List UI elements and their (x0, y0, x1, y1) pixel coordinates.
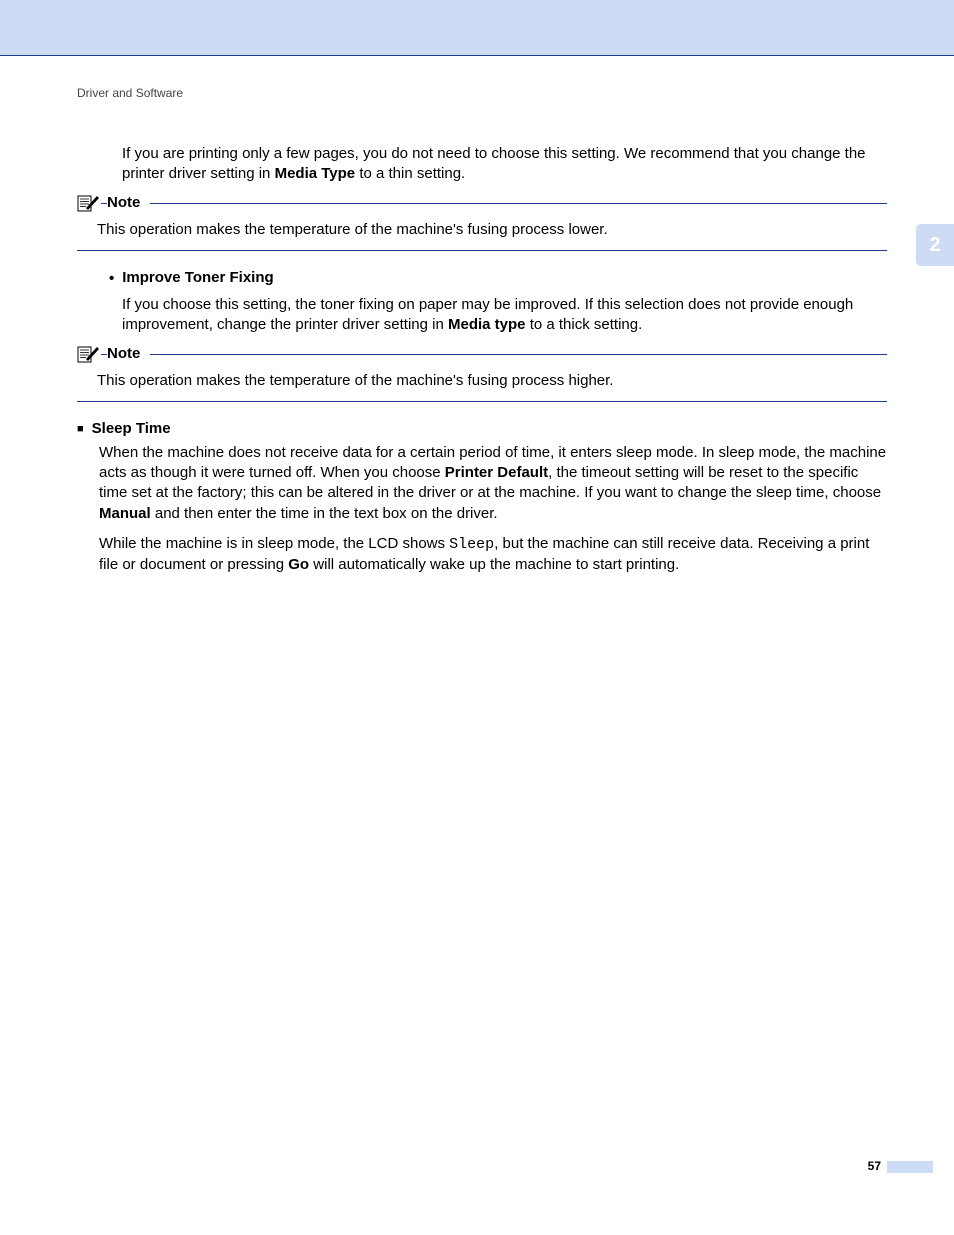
running-head: Driver and Software (77, 86, 887, 100)
note-head: Note (77, 192, 887, 214)
sleep-paragraph-1: When the machine does not receive data f… (99, 443, 887, 524)
text: While the machine is in sleep mode, the … (99, 535, 449, 552)
note-label: Note (107, 194, 150, 211)
note-body: This operation makes the temperature of … (77, 371, 887, 391)
go-button-label: Go (288, 556, 309, 573)
improve-toner-heading-row: • Improve Toner Fixing (109, 269, 887, 289)
improve-toner-paragraph: If you choose this setting, the toner fi… (122, 295, 887, 336)
sleep-time-heading: Sleep Time (92, 420, 171, 437)
text: to a thin setting. (355, 165, 465, 182)
media-type-label: Media Type (275, 165, 356, 182)
bullet-marker: • (109, 269, 114, 289)
square-marker (77, 420, 84, 437)
note-block-1: Note This operation makes the temperatur… (77, 203, 887, 251)
note-rule (156, 203, 887, 204)
page-number-bar (887, 1161, 933, 1173)
text: to a thick setting. (526, 316, 643, 333)
note-block-2: Note This operation makes the temperatur… (77, 354, 887, 402)
note-rule (156, 354, 887, 355)
page-content: Driver and Software If you are printing … (0, 56, 954, 575)
media-type-label-2: Media type (448, 316, 526, 333)
page-number: 57 (868, 1159, 881, 1173)
note-icon (77, 343, 101, 365)
sleep-paragraph-2: While the machine is in sleep mode, the … (99, 534, 887, 576)
text: If you are printing only a few pages, yo… (122, 145, 866, 182)
text: will automatically wake up the machine t… (309, 556, 679, 573)
note-icon (77, 192, 101, 214)
improve-toner-heading: Improve Toner Fixing (122, 269, 273, 289)
note-label: Note (107, 345, 150, 362)
intro-paragraph: If you are printing only a few pages, yo… (122, 144, 887, 185)
note-head: Note (77, 343, 887, 365)
lcd-sleep-text: Sleep (449, 536, 494, 553)
printer-default-label: Printer Default (445, 464, 548, 481)
text: and then enter the time in the text box … (151, 505, 498, 522)
manual-label: Manual (99, 505, 151, 522)
chapter-tab: 2 (916, 224, 954, 266)
sleep-time-heading-row: Sleep Time (77, 420, 887, 437)
note-body: This operation makes the temperature of … (77, 220, 887, 240)
header-band (0, 0, 954, 56)
